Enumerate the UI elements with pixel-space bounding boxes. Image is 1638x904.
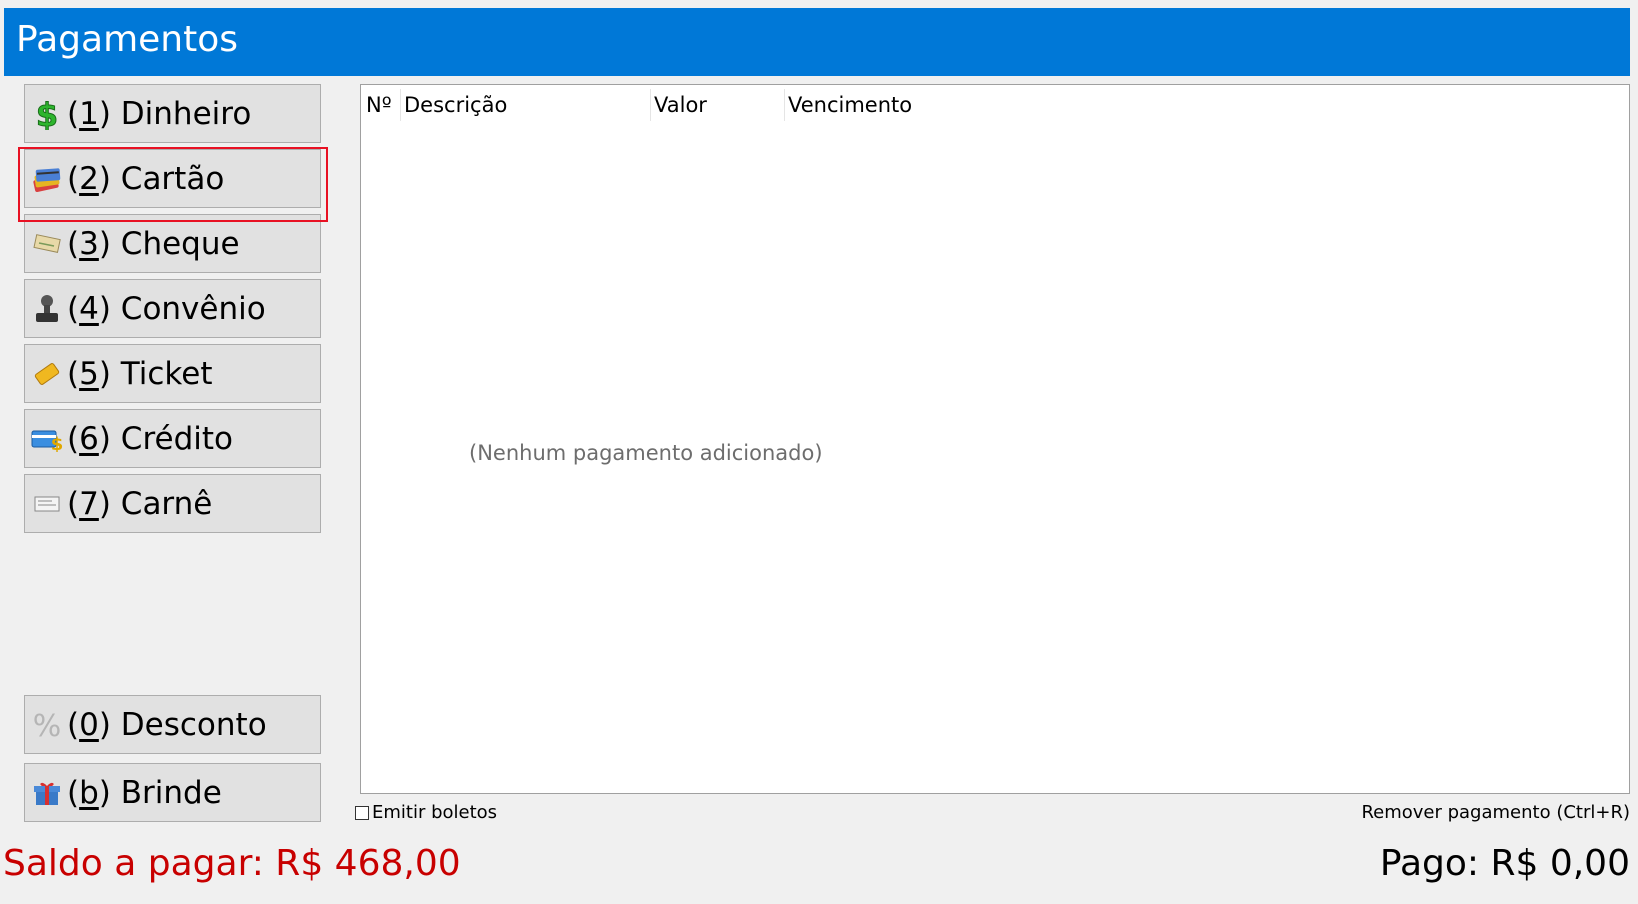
remove-payment-link[interactable]: Remover pagamento (Ctrl+R) xyxy=(1361,802,1630,823)
cartao-button[interactable]: (2) Cartão xyxy=(24,149,321,208)
window-title: Pagamentos xyxy=(16,19,238,60)
column-header-vencimento[interactable]: Vencimento xyxy=(785,89,925,121)
svg-text:$: $ xyxy=(36,98,58,130)
ticket-button[interactable]: (5) Ticket xyxy=(24,344,321,403)
title-bar: Pagamentos xyxy=(4,8,1630,76)
credito-label: (6) Crédito xyxy=(67,420,233,457)
gift-icon xyxy=(31,776,63,810)
dinheiro-label: (1) Dinheiro xyxy=(67,95,252,132)
desconto-button[interactable]: % (0) Desconto xyxy=(24,695,321,754)
column-header-descricao[interactable]: Descrição xyxy=(401,89,651,121)
cheque-icon xyxy=(31,227,63,261)
brinde-label: (b) Brinde xyxy=(67,774,222,811)
percent-icon: % xyxy=(31,708,63,742)
emitir-boletos-label: Emitir boletos xyxy=(372,802,498,823)
credito-button[interactable]: $ (6) Crédito xyxy=(24,409,321,468)
booklet-icon xyxy=(31,487,63,521)
empty-message: (Nenhum pagamento adicionado) xyxy=(469,441,823,465)
cards-icon xyxy=(31,162,63,196)
saldo-a-pagar: Saldo a pagar: R$ 468,00 xyxy=(3,843,461,884)
dollar-icon: $ xyxy=(31,97,63,131)
checkbox-box[interactable] xyxy=(355,805,369,820)
column-header-numero[interactable]: Nº xyxy=(363,89,401,121)
carne-button[interactable]: (7) Carnê xyxy=(24,474,321,533)
column-header-valor[interactable]: Valor xyxy=(651,89,785,121)
desconto-label: (0) Desconto xyxy=(67,706,267,743)
svg-text:%: % xyxy=(33,709,61,741)
convenio-button[interactable]: (4) Convênio xyxy=(24,279,321,338)
cheque-button[interactable]: (3) Cheque xyxy=(24,214,321,273)
brinde-button[interactable]: (b) Brinde xyxy=(24,763,321,822)
emitir-boletos-checkbox[interactable]: Emitir boletos xyxy=(355,802,497,823)
convenio-label: (4) Convênio xyxy=(67,290,266,327)
carne-label: (7) Carnê xyxy=(67,485,213,522)
cheque-label: (3) Cheque xyxy=(67,225,240,262)
pago-total: Pago: R$ 0,00 xyxy=(1379,843,1630,884)
ticket-icon xyxy=(31,357,63,391)
svg-text:$: $ xyxy=(51,434,63,452)
cartao-label: (2) Cartão xyxy=(67,160,225,197)
ticket-label: (5) Ticket xyxy=(67,355,213,392)
credit-card-icon: $ xyxy=(31,422,63,456)
payments-grid[interactable]: Nº Descrição Valor Vencimento (Nenhum pa… xyxy=(360,84,1630,794)
stamp-icon xyxy=(31,292,63,326)
dinheiro-button[interactable]: $ (1) Dinheiro xyxy=(24,84,321,143)
